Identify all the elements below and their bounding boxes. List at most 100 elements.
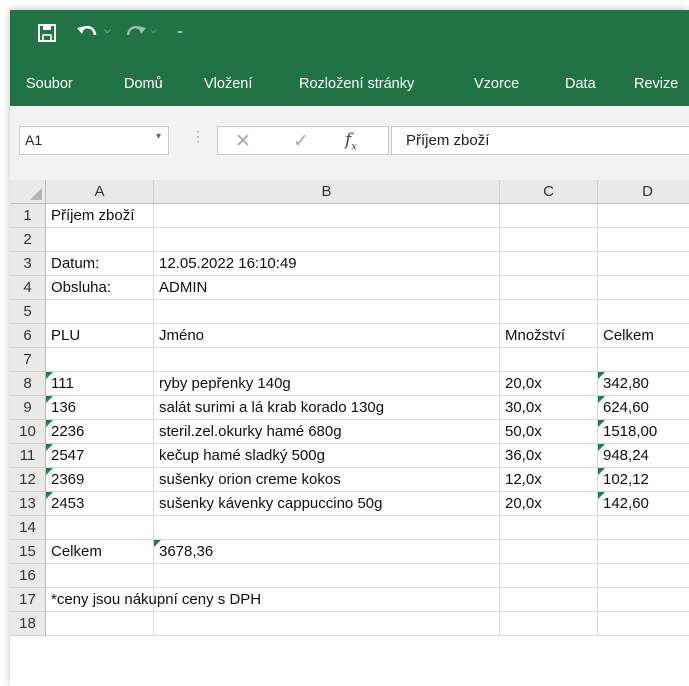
row-header[interactable]: 9 xyxy=(10,396,46,420)
cell-d12[interactable]: 102,12 xyxy=(598,468,689,492)
formula-input[interactable]: Příjem zboží xyxy=(391,126,689,155)
row-header[interactable]: 5 xyxy=(10,300,46,324)
cell-d10[interactable]: 1518,00 xyxy=(598,420,689,444)
cell-b3[interactable]: 12.05.2022 16:10:49 xyxy=(154,252,500,276)
cell-c12[interactable]: 12,0x xyxy=(500,468,598,492)
tab-vlozeni[interactable]: Vložení xyxy=(204,76,252,92)
row-header[interactable]: 17 xyxy=(10,588,46,612)
cell-a11[interactable]: 2547 xyxy=(46,444,154,468)
cell-d18[interactable] xyxy=(598,612,689,636)
row-header[interactable]: 6 xyxy=(10,324,46,348)
cell-c4[interactable] xyxy=(500,276,598,300)
column-header-b[interactable]: B xyxy=(154,180,500,204)
cell-a10[interactable]: 2236 xyxy=(46,420,154,444)
cell-d6[interactable]: Celkem xyxy=(598,324,689,348)
tab-revize[interactable]: Revize xyxy=(634,76,678,92)
cell-a17[interactable]: *ceny jsou nákupní ceny s DPH xyxy=(46,588,261,612)
enter-icon[interactable]: ✓ xyxy=(293,130,309,153)
row-header[interactable]: 1 xyxy=(10,204,46,228)
row-header[interactable]: 7 xyxy=(10,348,46,372)
cell-a2[interactable] xyxy=(46,228,154,252)
cell-c16[interactable] xyxy=(500,564,598,588)
undo-dropdown-icon[interactable]: ⌵ xyxy=(104,25,111,36)
cell-c11[interactable]: 36,0x xyxy=(500,444,598,468)
cell-d5[interactable] xyxy=(598,300,689,324)
cell-a8[interactable]: 111 xyxy=(46,372,154,396)
cell-b9[interactable]: salát surimi a lá krab korado 130g xyxy=(154,396,500,420)
cell-b15[interactable]: 3678,36 xyxy=(154,540,500,564)
cell-c1[interactable] xyxy=(500,204,598,228)
cell-b6[interactable]: Jméno xyxy=(154,324,500,348)
row-header[interactable]: 14 xyxy=(10,516,46,540)
row-header[interactable]: 11 xyxy=(10,444,46,468)
cell-c15[interactable] xyxy=(500,540,598,564)
cell-c6[interactable]: Množství xyxy=(500,324,598,348)
customize-toolbar-icon[interactable]: ₌ xyxy=(177,24,183,37)
cell-d7[interactable] xyxy=(598,348,689,372)
cell-a12[interactable]: 2369 xyxy=(46,468,154,492)
cell-c18[interactable] xyxy=(500,612,598,636)
cell-d16[interactable] xyxy=(598,564,689,588)
tab-rozlozeni-stranky[interactable]: Rozložení stránky xyxy=(299,76,414,92)
row-header[interactable]: 16 xyxy=(10,564,46,588)
cell-c5[interactable] xyxy=(500,300,598,324)
cell-a14[interactable] xyxy=(46,516,154,540)
cell-b7[interactable] xyxy=(154,348,500,372)
cell-c13[interactable]: 20,0x xyxy=(500,492,598,516)
tab-vzorce[interactable]: Vzorce xyxy=(474,76,519,92)
cell-b4[interactable]: ADMIN xyxy=(154,276,500,300)
cell-b1[interactable] xyxy=(154,204,500,228)
row-header[interactable]: 12 xyxy=(10,468,46,492)
cell-c3[interactable] xyxy=(500,252,598,276)
cell-a15[interactable]: Celkem xyxy=(46,540,154,564)
cell-d11[interactable]: 948,24 xyxy=(598,444,689,468)
row-header[interactable]: 2 xyxy=(10,228,46,252)
cell-c17[interactable] xyxy=(500,588,598,612)
cell-d2[interactable] xyxy=(598,228,689,252)
name-box-dropdown-icon[interactable]: ▾ xyxy=(156,131,161,142)
cell-c7[interactable] xyxy=(500,348,598,372)
select-all-corner[interactable] xyxy=(10,180,46,204)
column-header-d[interactable]: D xyxy=(598,180,689,204)
cell-d15[interactable] xyxy=(598,540,689,564)
cell-c8[interactable]: 20,0x xyxy=(500,372,598,396)
cell-b14[interactable] xyxy=(154,516,500,540)
cell-b2[interactable] xyxy=(154,228,500,252)
cell-b12[interactable]: sušenky orion creme kokos xyxy=(154,468,500,492)
cell-d9[interactable]: 624,60 xyxy=(598,396,689,420)
tab-domu[interactable]: Domů xyxy=(124,76,163,92)
cell-c10[interactable]: 50,0x xyxy=(500,420,598,444)
cell-d3[interactable] xyxy=(598,252,689,276)
row-header[interactable]: 8 xyxy=(10,372,46,396)
column-header-a[interactable]: A xyxy=(46,180,154,204)
undo-icon[interactable] xyxy=(76,22,100,44)
cell-b11[interactable]: kečup hamé sladký 500g xyxy=(154,444,500,468)
cell-b13[interactable]: sušenky kávenky cappuccino 50g xyxy=(154,492,500,516)
cell-a18[interactable] xyxy=(46,612,154,636)
redo-icon[interactable] xyxy=(123,22,147,44)
row-header[interactable]: 13 xyxy=(10,492,46,516)
redo-dropdown-icon[interactable]: ⌵ xyxy=(150,25,157,36)
cell-b8[interactable]: ryby pepřenky 140g xyxy=(154,372,500,396)
cell-d17[interactable] xyxy=(598,588,689,612)
cell-a1[interactable]: Příjem zboží xyxy=(46,204,154,228)
cell-b5[interactable] xyxy=(154,300,500,324)
cell-d13[interactable]: 142,60 xyxy=(598,492,689,516)
cell-c2[interactable] xyxy=(500,228,598,252)
cell-a13[interactable]: 2453 xyxy=(46,492,154,516)
row-header[interactable]: 4 xyxy=(10,276,46,300)
cell-c14[interactable] xyxy=(500,516,598,540)
row-header[interactable]: 15 xyxy=(10,540,46,564)
tab-data[interactable]: Data xyxy=(565,76,596,92)
cell-b10[interactable]: steril.zel.okurky hamé 680g xyxy=(154,420,500,444)
row-header[interactable]: 3 xyxy=(10,252,46,276)
row-header[interactable]: 10 xyxy=(10,420,46,444)
cell-a9[interactable]: 136 xyxy=(46,396,154,420)
cell-a5[interactable] xyxy=(46,300,154,324)
save-icon[interactable] xyxy=(37,23,57,43)
cell-a3[interactable]: Datum: xyxy=(46,252,154,276)
cancel-icon[interactable]: ✕ xyxy=(235,130,251,153)
cell-d14[interactable] xyxy=(598,516,689,540)
insert-function-icon[interactable]: fx xyxy=(345,130,357,152)
cell-a16[interactable] xyxy=(46,564,154,588)
